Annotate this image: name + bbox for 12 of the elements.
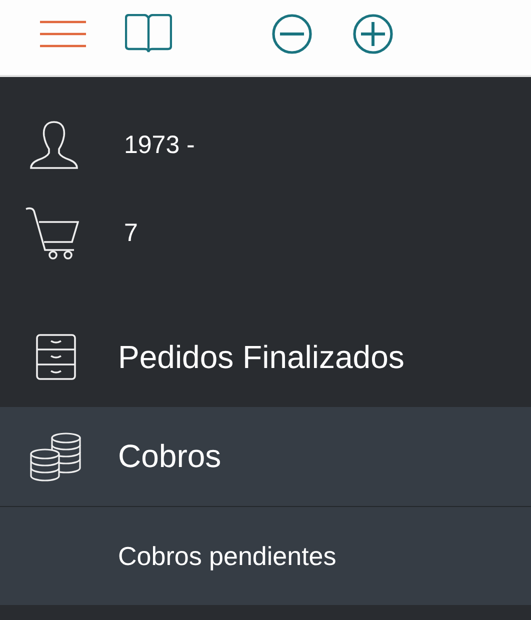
user-icon	[30, 120, 78, 170]
zoom-out-icon[interactable]	[272, 14, 312, 54]
menu-item[interactable]: Cobros	[0, 407, 531, 507]
submenu-item[interactable]: Cobros pendientes	[0, 507, 531, 605]
cart-count: 7	[124, 218, 138, 248]
zoom-in-icon[interactable]	[353, 14, 393, 54]
user-name: 1973 -	[124, 130, 195, 160]
coins-icon	[30, 432, 82, 482]
menu-icon[interactable]	[40, 20, 86, 48]
book-icon[interactable]	[125, 14, 172, 53]
drawers-icon	[36, 334, 76, 380]
cart-icon	[25, 206, 79, 260]
